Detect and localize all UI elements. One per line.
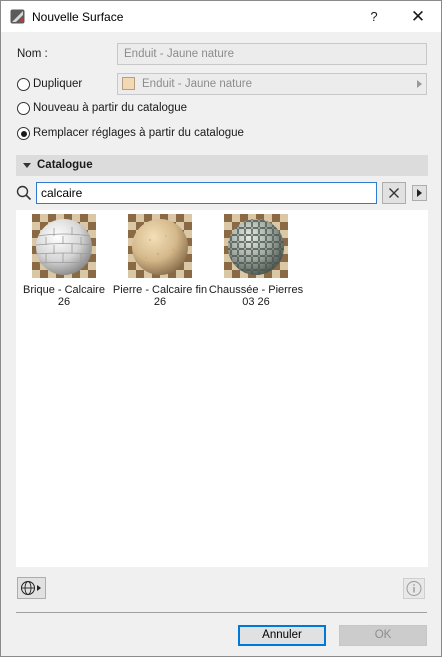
expand-options-button[interactable] [412,185,427,201]
name-field: Enduit - Jaune nature [117,43,427,65]
catalogue-item-label: Brique - Calcaire 26 [23,284,105,308]
duplicate-dropdown-value: Enduit - Jaune nature [142,78,252,90]
surface-app-icon [10,9,25,24]
info-icon [406,581,422,596]
close-icon [389,188,399,198]
catalogue-search-input[interactable] [36,182,377,204]
replace-from-catalogue-label[interactable]: Remplacer réglages à partir du catalogue [33,127,244,139]
replace-from-catalogue-radio[interactable] [17,127,30,140]
duplicate-radio[interactable] [17,78,30,91]
duplicate-dropdown: Enduit - Jaune nature [117,73,427,95]
catalogue-results: Brique - Calcaire 26 Pierre - Calcaire f… [16,210,428,567]
catalogue-item-label: Pierre - Calcaire fin 26 [112,284,208,308]
new-surface-dialog: Nouvelle Surface ? ✕ Nom : Enduit - Jaun… [0,0,442,657]
new-from-catalogue-radio[interactable] [17,102,30,115]
chevron-right-icon [417,80,422,88]
close-button[interactable]: ✕ [401,1,435,32]
info-button[interactable] [403,578,425,599]
brick-sphere-thumbnail [32,214,96,278]
help-button[interactable]: ? [357,1,391,32]
catalogue-item[interactable]: Brique - Calcaire 26 [16,214,112,314]
triangle-down-icon [23,163,31,168]
name-label: Nom : [17,48,48,60]
catalogue-section-header[interactable]: Catalogue [16,155,428,176]
globe-icon [21,581,41,595]
ok-button[interactable]: OK [339,625,427,646]
stone-sphere-thumbnail [128,214,192,278]
color-swatch [122,77,135,90]
title-bar: Nouvelle Surface ? ✕ [1,1,441,32]
catalogue-item-label: Chaussée - Pierres 03 26 [208,284,304,308]
new-from-catalogue-label[interactable]: Nouveau à partir du catalogue [33,102,187,114]
dialog-title: Nouvelle Surface [32,10,124,24]
catalogue-title: Catalogue [37,159,93,171]
footer-divider [16,612,427,613]
catalogue-item[interactable]: Chaussée - Pierres 03 26 [208,214,304,314]
cancel-button[interactable]: Annuler [238,625,326,646]
online-catalogue-button[interactable] [17,577,46,599]
duplicate-label[interactable]: Dupliquer [33,78,82,90]
catalogue-item[interactable]: Pierre - Calcaire fin 26 [112,214,208,314]
cobble-sphere-thumbnail [224,214,288,278]
search-icon [16,185,32,201]
clear-search-button[interactable] [382,182,406,204]
